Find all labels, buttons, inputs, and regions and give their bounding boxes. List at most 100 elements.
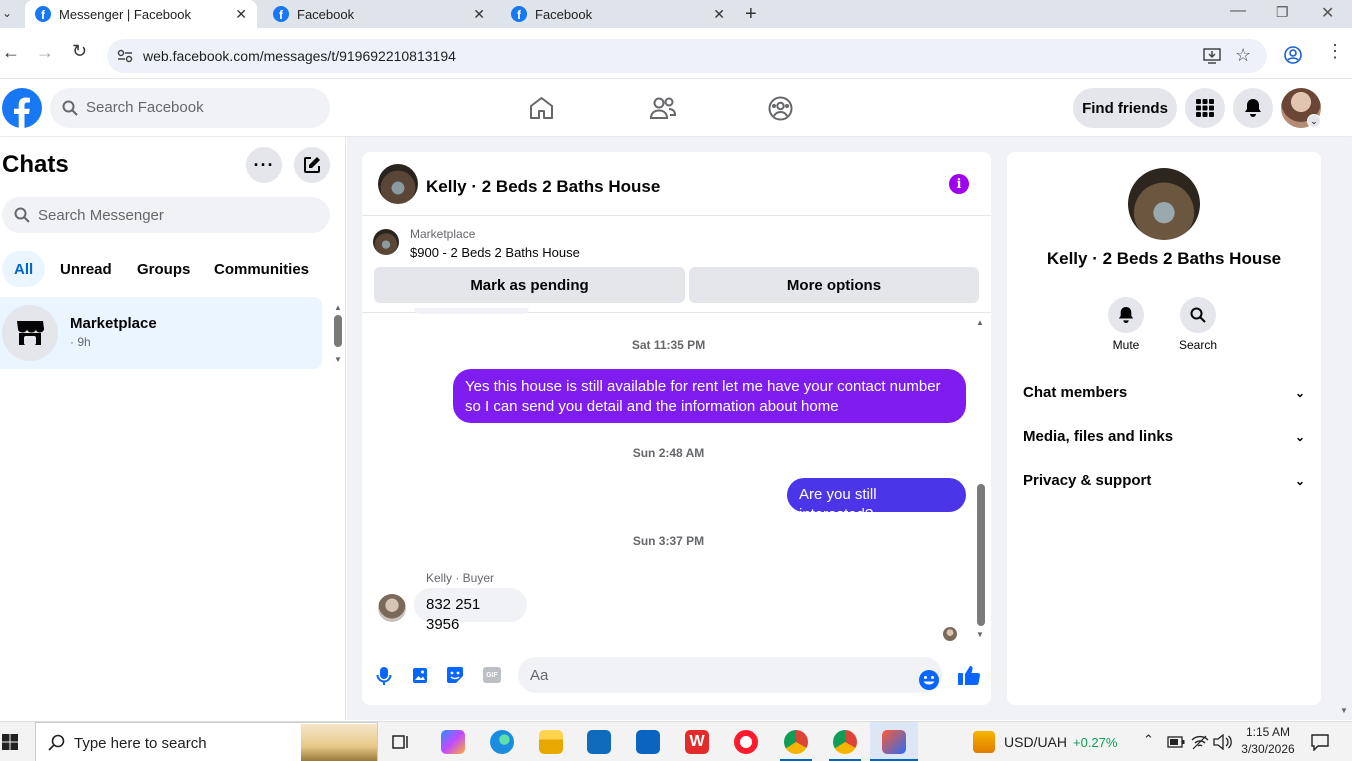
reload-icon[interactable]: ↻ <box>72 41 87 62</box>
copilot-icon[interactable] <box>441 730 465 754</box>
show-hidden-icons-icon[interactable]: ⌃ <box>1143 732 1154 748</box>
chrome-profile-2-icon[interactable] <box>833 730 857 754</box>
tab-close-icon[interactable]: ✕ <box>713 7 725 21</box>
wifi-icon[interactable] <box>1191 734 1209 750</box>
tab-close-icon[interactable]: ✕ <box>473 7 485 21</box>
clock-date[interactable]: 3/30/2026 <box>1238 742 1298 756</box>
bookmark-star-icon[interactable]: ☆ <box>1235 45 1251 66</box>
tab-search-chevron-icon[interactable]: ⌄ <box>2 6 12 20</box>
new-message-button[interactable] <box>294 147 330 183</box>
message-input[interactable]: Aa <box>518 657 942 693</box>
minimize-icon[interactable]: — <box>1230 2 1246 20</box>
message-incoming[interactable]: 832 251 3956 <box>414 588 527 633</box>
filter-communities[interactable]: Communities <box>202 251 321 287</box>
section-label: Media, files and links <box>1023 428 1174 445</box>
taskbar-search-box[interactable]: Type here to search <box>35 722 378 761</box>
window-close-icon[interactable]: ✕ <box>1321 3 1334 23</box>
wps-office-icon[interactable]: W <box>685 730 709 754</box>
back-icon[interactable]: ← <box>2 42 20 63</box>
section-label: Privacy & support <box>1023 472 1152 489</box>
new-tab-icon[interactable]: + <box>745 3 757 26</box>
volume-icon[interactable] <box>1213 734 1233 750</box>
like-thumbs-up-icon[interactable] <box>958 665 980 685</box>
chevron-down-icon: ⌄ <box>1294 385 1305 400</box>
chrome-profile-1-icon[interactable] <box>784 730 808 754</box>
filter-all[interactable]: All <box>2 251 46 287</box>
install-app-icon[interactable] <box>1203 48 1221 64</box>
conversation-time: · 9h <box>70 335 91 349</box>
microphone-icon[interactable] <box>376 666 392 686</box>
browser-tab-facebook-2[interactable]: f Facebook ✕ <box>501 0 735 28</box>
notification-center-icon[interactable] <box>1311 733 1329 751</box>
friends-icon[interactable] <box>650 96 676 120</box>
filter-unread[interactable]: Unread <box>48 251 124 287</box>
listing-title[interactable]: $900 - 2 Beds 2 Baths House <box>410 245 580 260</box>
url-text: web.facebook.com/messages/t/919692210813… <box>143 48 456 64</box>
gif-icon[interactable]: GIF <box>483 667 501 683</box>
mute-button[interactable] <box>1108 297 1144 333</box>
edge-browser-icon[interactable] <box>490 730 514 754</box>
account-chevron-icon[interactable]: ⌄ <box>1307 114 1321 128</box>
scroll-down-icon[interactable]: ▼ <box>334 355 342 364</box>
facebook-search-input[interactable]: Search Facebook <box>50 88 330 128</box>
find-friends-button[interactable]: Find friends <box>1073 88 1177 128</box>
message-outgoing[interactable]: Are you still interested? <box>787 478 966 523</box>
more-options-button[interactable]: More options <box>689 267 979 303</box>
details-avatar[interactable] <box>1128 168 1200 240</box>
outlook-icon[interactable] <box>636 730 660 754</box>
messenger-search-input[interactable]: Search Messenger <box>2 197 330 233</box>
browser-tab-messenger[interactable]: f Messenger | Facebook ✕ <box>25 0 257 28</box>
currency-pair[interactable]: USD/UAH <box>1004 734 1067 750</box>
profile-icon[interactable] <box>1284 46 1302 64</box>
scroll-up-icon[interactable]: ▲ <box>976 318 984 327</box>
listing-thumbnail[interactable] <box>373 229 399 255</box>
chats-options-button[interactable]: ··· <box>246 147 282 183</box>
tab-close-icon[interactable]: ✕ <box>235 7 247 21</box>
battery-icon[interactable] <box>1167 736 1185 748</box>
search-in-conversation-button[interactable] <box>1180 297 1216 333</box>
facebook-logo-icon[interactable] <box>2 88 42 128</box>
grid-menu-icon <box>1196 99 1214 117</box>
task-view-icon[interactable] <box>392 733 410 751</box>
chat-header-title[interactable]: Kelly · 2 Beds 2 Baths House <box>426 177 660 197</box>
microsoft-store-icon[interactable] <box>587 730 611 754</box>
groups-icon[interactable] <box>768 96 793 121</box>
opera-icon[interactable] <box>734 730 758 754</box>
clock-time[interactable]: 1:15 AM <box>1240 725 1296 739</box>
chat-members-section[interactable]: Chat members ⌄ <box>1023 384 1305 401</box>
site-info-icon[interactable] <box>117 49 133 63</box>
taskbar-search-placeholder: Type here to search <box>74 735 207 752</box>
address-bar[interactable]: web.facebook.com/messages/t/919692210813… <box>107 39 1267 73</box>
active-app-icon[interactable] <box>882 730 906 754</box>
windows-start-icon[interactable] <box>2 734 18 750</box>
privacy-support-section[interactable]: Privacy & support ⌄ <box>1023 472 1305 489</box>
mark-as-pending-button[interactable]: Mark as pending <box>374 267 685 303</box>
menu-grid-button[interactable] <box>1185 88 1225 128</box>
kelly-avatar[interactable] <box>378 594 406 622</box>
media-files-links-section[interactable]: Media, files and links ⌄ <box>1023 428 1305 445</box>
page-scroll-down-icon[interactable]: ▼ <box>1340 706 1348 715</box>
filter-groups[interactable]: Groups <box>125 251 202 287</box>
currency-change[interactable]: +0.27% <box>1073 735 1117 750</box>
browser-tab-facebook-1[interactable]: f Facebook ✕ <box>263 0 495 28</box>
sidebar-scrollbar-thumb[interactable] <box>334 315 342 347</box>
photo-icon[interactable] <box>412 666 428 684</box>
sticker-icon[interactable] <box>446 666 464 684</box>
stocks-widget-icon[interactable] <box>973 731 995 753</box>
home-icon[interactable] <box>529 96 554 120</box>
search-icon <box>1190 307 1206 323</box>
chat-header-avatar[interactable] <box>378 164 418 204</box>
emoji-icon[interactable] <box>918 669 940 691</box>
forward-icon[interactable]: → <box>36 42 54 63</box>
notifications-button[interactable] <box>1233 88 1273 128</box>
info-icon[interactable]: i <box>949 174 969 194</box>
restore-icon[interactable]: ❐ <box>1276 4 1289 21</box>
message-outgoing[interactable]: Yes this house is still available for re… <box>453 369 966 423</box>
scroll-down-icon[interactable]: ▼ <box>976 630 984 639</box>
file-explorer-icon[interactable] <box>539 730 563 754</box>
chat-scrollbar-thumb[interactable] <box>977 484 985 626</box>
conversation-item-marketplace[interactable]: Marketplace · 9h <box>0 297 322 369</box>
browser-menu-icon[interactable]: ⋮ <box>1326 42 1344 60</box>
scroll-up-icon[interactable]: ▲ <box>334 303 342 312</box>
marketplace-avatar <box>2 305 58 361</box>
